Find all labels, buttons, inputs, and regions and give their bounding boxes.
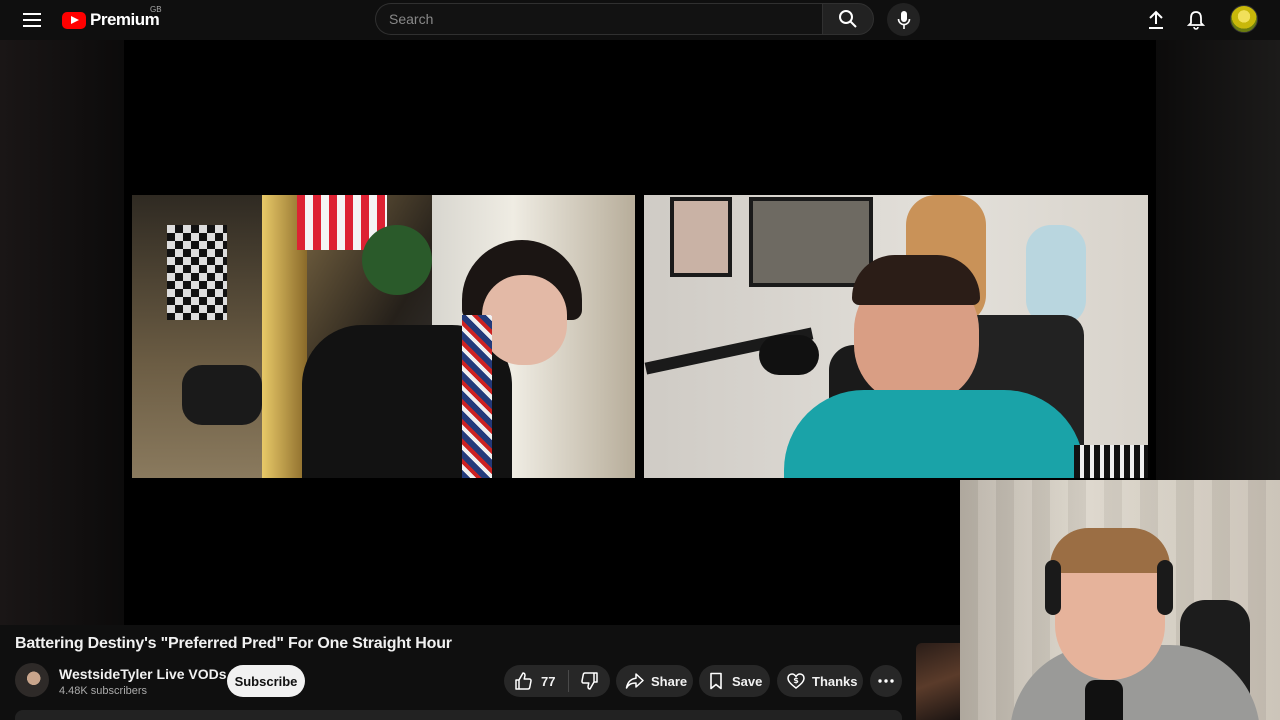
thumbs-up-icon <box>515 672 532 690</box>
thanks-label: Thanks <box>812 673 858 689</box>
video-frame-left-guest <box>132 195 635 478</box>
share-label: Share <box>651 673 688 689</box>
upload-button[interactable] <box>1142 6 1170 34</box>
more-actions-button[interactable] <box>870 665 902 697</box>
dislike-button[interactable] <box>569 665 610 697</box>
more-horizontal-icon <box>878 679 894 683</box>
account-avatar[interactable] <box>1230 5 1258 33</box>
bookmark-icon <box>710 672 722 690</box>
youtube-premium-logo[interactable]: Premium GB <box>62 5 162 32</box>
search-button[interactable] <box>822 3 874 35</box>
like-count: 77 <box>541 673 556 689</box>
channel-avatar[interactable] <box>15 663 49 697</box>
search-box <box>375 3 822 35</box>
bell-icon <box>1187 11 1205 30</box>
player-background-right <box>1156 40 1280 480</box>
voice-search-button[interactable] <box>887 3 920 36</box>
save-button[interactable]: Save <box>699 665 770 697</box>
save-label: Save <box>732 673 763 689</box>
svg-text:$: $ <box>793 676 799 685</box>
description-box[interactable] <box>15 710 902 720</box>
subscriber-count: 4.48K subscribers <box>59 685 148 697</box>
upload-icon <box>1149 10 1163 29</box>
brand-label: Premium <box>90 10 160 29</box>
region-label: GB <box>150 5 162 14</box>
subscribe-button[interactable]: Subscribe <box>227 665 305 697</box>
top-bar: Premium GB <box>0 0 1280 40</box>
player-background-left <box>0 40 124 625</box>
thanks-button[interactable]: $ Thanks <box>777 665 863 697</box>
video-title: Battering Destiny's "Preferred Pred" For… <box>15 635 452 652</box>
share-button[interactable]: Share <box>616 665 693 697</box>
video-info: Battering Destiny's "Preferred Pred" For… <box>0 625 960 720</box>
video-frame-right-guest <box>644 195 1148 478</box>
search-input[interactable] <box>389 11 822 27</box>
channel-name[interactable]: WestsideTyler Live VODs <box>59 666 227 682</box>
share-icon <box>625 673 644 689</box>
thanks-heart-icon: $ <box>787 673 805 689</box>
streamer-webcam-overlay <box>960 480 1280 720</box>
related-video-thumbnail[interactable] <box>916 643 960 720</box>
thumbs-down-icon <box>580 672 598 690</box>
mic-icon <box>897 10 910 29</box>
like-button[interactable]: 77 <box>504 665 568 697</box>
like-dislike-group: 77 <box>504 665 610 697</box>
youtube-play-icon <box>62 11 86 29</box>
notifications-button[interactable] <box>1182 6 1210 34</box>
menu-icon[interactable] <box>16 6 48 34</box>
search-icon <box>839 10 857 28</box>
